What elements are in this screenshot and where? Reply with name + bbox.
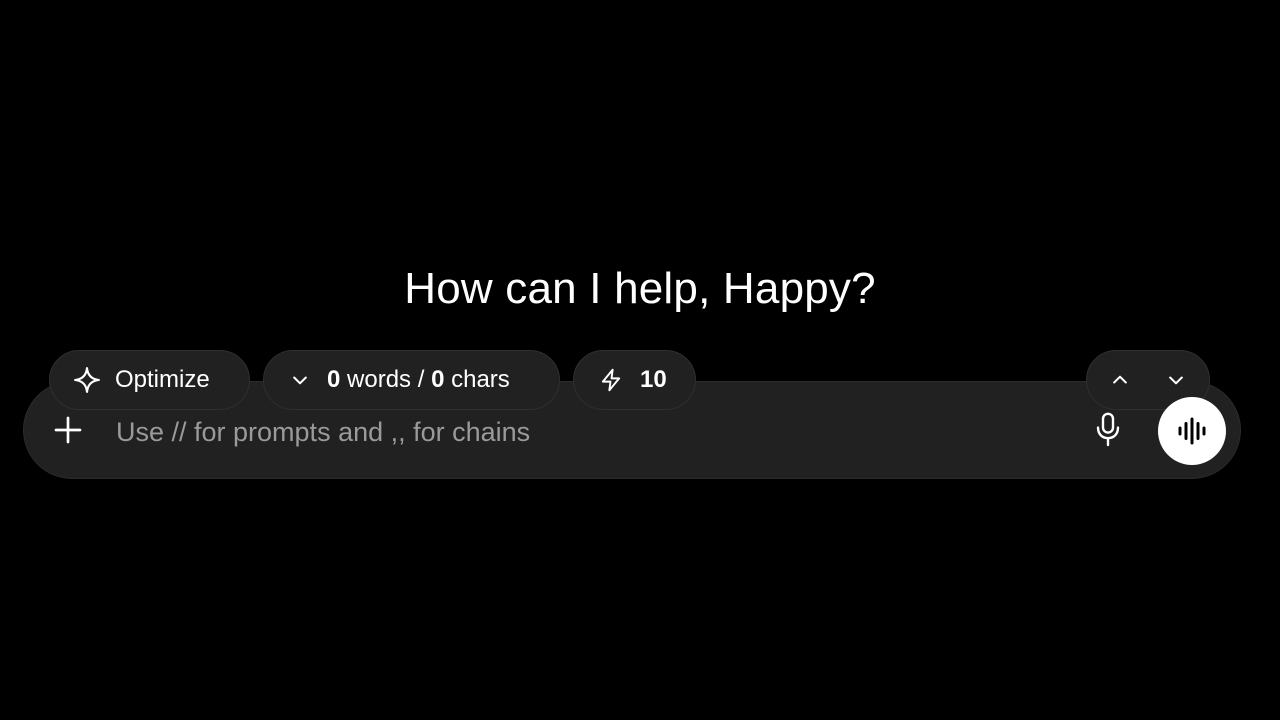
chars-text: chars [444,366,510,393]
waveform-icon [1178,417,1206,445]
word-count-value: 0 [327,366,341,393]
nav-up-button[interactable] [1105,365,1135,395]
optimize-label: Optimize [115,366,210,393]
lightning-bolt-icon [598,367,624,393]
nav-down-button[interactable] [1161,365,1191,395]
credits-button[interactable]: 10 [573,350,696,410]
optimize-button[interactable]: Optimize [49,350,250,410]
greeting-heading: How can I help, Happy? [404,264,876,313]
app-root: How can I help, Happy? Optimize 0 words … [0,0,1280,720]
microphone-button[interactable] [1090,410,1126,450]
words-text: words / [340,366,432,393]
chevron-down-icon [290,370,310,390]
word-count-label: 0 words / 0 chars [327,366,510,394]
word-count-toggle[interactable]: 0 words / 0 chars [263,350,560,410]
chevron-down-icon [1169,376,1183,385]
prompt-input[interactable] [116,410,1056,454]
chevron-up-icon [1113,375,1127,384]
voice-mode-button[interactable] [1158,397,1226,465]
credits-count: 10 [640,366,667,393]
attach-button[interactable] [50,412,86,448]
sparkle-icon [72,365,102,395]
plus-icon [54,416,82,444]
microphone-icon [1096,412,1120,447]
char-count-value: 0 [431,366,445,393]
